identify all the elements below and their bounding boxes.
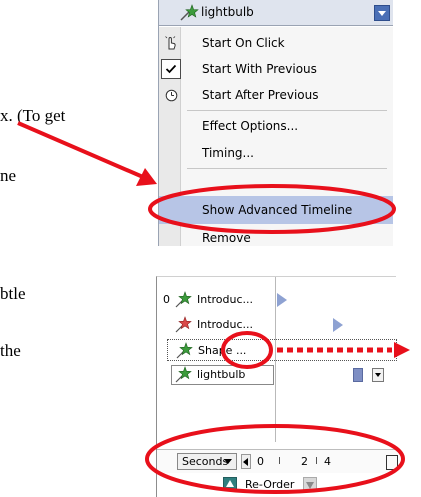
move-down-icon[interactable] [303, 477, 317, 491]
ruler-tick-label: 4 [324, 455, 331, 468]
annotation-arrow [17, 121, 144, 179]
document-text-line-2: ne [0, 166, 17, 185]
timeline-row[interactable]: lightbulb [157, 364, 397, 386]
clock-icon [161, 85, 181, 105]
menu-item-start-after-previous[interactable]: Start After Previous [159, 82, 393, 108]
timeline-marker[interactable] [277, 293, 287, 307]
chevron-down-icon[interactable] [374, 5, 390, 21]
animation-context-menu: lightbulb Start On Click Start With Prev… [158, 0, 393, 246]
advanced-timeline-panel: 0 Introduc... Introduc... Shape ... ligh… [156, 276, 398, 497]
menu-item-label: Start After Previous [202, 88, 319, 102]
menu-separator [187, 110, 387, 111]
row-name: lightbulb [197, 368, 246, 381]
scroll-left-button[interactable] [241, 454, 251, 469]
timeline-row-selected[interactable]: Shape ... [167, 339, 397, 361]
star-motion-icon [176, 342, 193, 359]
time-ruler[interactable]: 0 2 4 [253, 453, 398, 471]
chevron-down-icon[interactable] [372, 368, 384, 382]
star-emphasis-icon [175, 366, 192, 383]
seconds-dropdown[interactable]: Seconds [177, 453, 237, 470]
menu-item-effect-options[interactable]: Effect Options... [159, 113, 393, 139]
mouse-click-icon [161, 33, 181, 53]
menu-item-label: Timing... [202, 146, 254, 160]
timeline-duration-bar[interactable] [353, 368, 363, 382]
menu-item-label: Start On Click [202, 36, 285, 50]
star-exit-icon [175, 316, 192, 333]
star-effect-icon [180, 4, 199, 21]
arrow-head-icon [136, 168, 157, 186]
menu-item-label: Remove [202, 231, 251, 245]
row-name: Shape ... [198, 344, 247, 357]
timeline-row[interactable]: Introduc... [157, 314, 397, 336]
menu-item-label: Effect Options... [202, 119, 299, 133]
menu-item-remove[interactable]: Remove [159, 225, 393, 246]
row-name: Introduc... [197, 318, 254, 331]
timeline-row[interactable]: 0 Introduc... [157, 289, 397, 311]
timeline-marker[interactable] [333, 318, 343, 332]
reorder-label: Re-Order [245, 478, 295, 491]
menu-body: Start On Click Start With Previous Start… [159, 27, 393, 246]
document-text-line-4: the [0, 341, 21, 360]
effect-name: lightbulb [201, 5, 254, 19]
menu-separator [187, 168, 387, 169]
star-entrance-icon [175, 291, 192, 308]
document-text-line-1: x. (To get [0, 106, 66, 125]
row-name: Introduc... [197, 293, 254, 306]
menu-item-show-advanced-timeline[interactable]: Show Advanced Timeline [159, 196, 393, 224]
menu-item-start-with-previous[interactable]: Start With Previous [159, 56, 393, 82]
menu-item-label: Start With Previous [202, 62, 317, 76]
move-up-icon[interactable] [223, 477, 237, 491]
effect-selector[interactable]: lightbulb [159, 0, 393, 26]
ruler-tick-label: 0 [257, 455, 264, 468]
check-icon [161, 59, 181, 79]
document-text-line-3: btle [0, 284, 26, 303]
timeline-footer: Seconds 0 2 4 [157, 449, 398, 473]
row-index: 0 [163, 293, 170, 306]
chevron-down-icon [224, 459, 232, 464]
menu-item-timing[interactable]: Timing... [159, 140, 393, 166]
seconds-label: Seconds [182, 455, 229, 468]
menu-item-label: Show Advanced Timeline [202, 203, 353, 217]
ruler-tick-label: 2 [301, 455, 308, 468]
reorder-bar: Re-Order [157, 474, 397, 496]
menu-item-start-on-click[interactable]: Start On Click [159, 30, 393, 56]
